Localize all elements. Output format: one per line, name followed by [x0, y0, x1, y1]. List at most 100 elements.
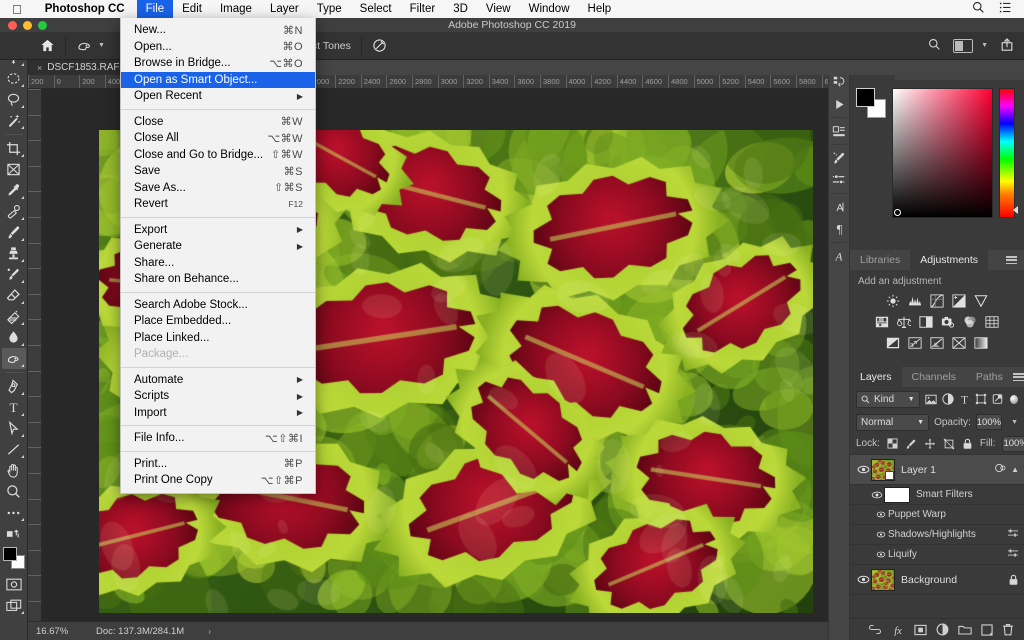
vibrance-icon[interactable] [974, 294, 988, 308]
share-icon[interactable] [1000, 37, 1014, 55]
layer-visibility-icon[interactable] [855, 575, 871, 584]
fill-value[interactable]: 100% [1002, 435, 1024, 452]
quick-mask-tool[interactable] [2, 574, 26, 595]
smart-filter-icon[interactable] [994, 462, 1006, 477]
paragraph-icon[interactable]: ¶ [829, 218, 849, 240]
search-icon[interactable] [972, 1, 985, 17]
filter-blending-options-icon[interactable] [1007, 528, 1019, 541]
brush-presets-icon[interactable] [829, 169, 849, 191]
menu-help[interactable]: Help [579, 0, 621, 18]
threshold-icon[interactable] [930, 336, 944, 350]
blur-tool[interactable] [2, 327, 26, 348]
selective-color-icon[interactable] [952, 336, 966, 350]
menu-item-file-info[interactable]: File Info... ⌥⇧⌘I [121, 430, 315, 447]
color-lookup-icon[interactable] [985, 315, 999, 329]
lock-artboard-icon[interactable] [943, 437, 955, 450]
brush-settings-icon[interactable] [829, 147, 849, 169]
filter-type-icon[interactable]: T [959, 393, 970, 406]
lock-image-icon[interactable] [905, 437, 917, 450]
hand-tool[interactable] [2, 460, 26, 481]
filter-visibility-icon[interactable] [874, 531, 888, 538]
levels-icon[interactable] [908, 294, 922, 308]
layer-thumbnail[interactable] [871, 458, 895, 481]
layer-row-layer-1[interactable]: Layer 1 ▲ [850, 455, 1024, 485]
smart-filters-visibility-icon[interactable] [870, 491, 884, 499]
menu-item-open-as-smart-object[interactable]: Open as Smart Object... [121, 71, 315, 88]
hue-saturation-icon[interactable] [875, 315, 889, 329]
smart-filters-header-row[interactable]: Smart Filters [850, 485, 1024, 505]
line-tool[interactable] [2, 439, 26, 460]
hue-slider[interactable] [999, 88, 1018, 218]
color-balance-icon[interactable] [897, 315, 911, 329]
menu-item-revert[interactable]: Revert F12 [121, 196, 315, 213]
glyphs-icon[interactable]: A [829, 245, 849, 267]
foreground-color-swatch[interactable] [856, 88, 875, 107]
menu-item-automate[interactable]: Automate ▶ [121, 372, 315, 389]
menu-item-open[interactable]: Open... ⌘O [121, 39, 315, 56]
tab-paths[interactable]: Paths [966, 367, 1013, 387]
filter-adjustment-icon[interactable] [942, 393, 954, 406]
smart-filter-mask-thumbnail[interactable] [884, 486, 910, 503]
blend-mode-select[interactable]: Normal ▼ [856, 413, 930, 431]
black-white-icon[interactable] [919, 315, 933, 329]
tab-channels[interactable]: Channels [902, 367, 966, 387]
smart-filter-row-puppet-warp[interactable]: Puppet Warp [850, 505, 1024, 525]
new-layer-icon[interactable] [981, 623, 993, 636]
lock-position-icon[interactable] [924, 437, 936, 450]
eraser-tool[interactable] [2, 285, 26, 306]
menu-filter[interactable]: Filter [401, 0, 445, 18]
menu-item-new[interactable]: New... ⌘N [121, 22, 315, 39]
filter-shape-icon[interactable] [975, 393, 987, 406]
marquee-tool[interactable] [2, 68, 26, 89]
apple-logo-icon[interactable]:  [0, 3, 33, 16]
menu-item-place-embedded[interactable]: Place Embedded... [121, 313, 315, 330]
menu-edit[interactable]: Edit [173, 0, 211, 18]
menu-item-print[interactable]: Print... ⌘P [121, 456, 315, 473]
dodge-tool[interactable] [1, 348, 26, 369]
menu-item-generate[interactable]: Generate ▶ [121, 238, 315, 255]
search-icon[interactable] [928, 38, 941, 54]
pen-tool[interactable] [2, 376, 26, 397]
menu-item-scripts[interactable]: Scripts ▶ [121, 388, 315, 405]
smart-filter-row-liquify[interactable]: Liquify [850, 545, 1024, 565]
healing-brush-tool[interactable] [2, 201, 26, 222]
clone-stamp-tool[interactable] [2, 243, 26, 264]
filter-visibility-icon[interactable] [874, 551, 888, 558]
delete-layer-icon[interactable] [1002, 623, 1014, 636]
exposure-icon[interactable] [952, 294, 966, 308]
menu-item-search-adobe-stock[interactable]: Search Adobe Stock... [121, 297, 315, 314]
layer-name[interactable]: Background [901, 574, 1008, 586]
gradient-tool[interactable] [2, 306, 26, 327]
menu-item-save[interactable]: Save ⌘S [121, 163, 315, 180]
menu-item-close-all[interactable]: Close All ⌥⌘W [121, 130, 315, 147]
opacity-value[interactable]: 100% [975, 414, 1003, 430]
layer-mask-icon[interactable] [914, 624, 927, 636]
layer-filter-kind[interactable]: Kind ▼ [856, 390, 920, 408]
foreground-color-swatch[interactable] [2, 547, 17, 561]
crop-tool[interactable] [2, 138, 26, 159]
menu-3d[interactable]: 3D [444, 0, 477, 18]
menu-type[interactable]: Type [308, 0, 351, 18]
file-menu-dropdown[interactable]: New... ⌘N Open... ⌘O Browse in Bridge... ⌥⌘O O… [120, 18, 316, 494]
character-icon[interactable]: A [829, 196, 849, 218]
edit-toolbar-icon[interactable] [2, 523, 26, 544]
workspace-switcher[interactable]: ▼ [953, 38, 988, 53]
tab-libraries[interactable]: Libraries [850, 250, 910, 270]
layer-visibility-icon[interactable] [855, 465, 871, 474]
foreground-background-colors[interactable] [2, 546, 26, 570]
menu-layer[interactable]: Layer [261, 0, 308, 18]
tool-preset-picker[interactable]: ▼ [69, 32, 112, 60]
layer-name[interactable]: Layer 1 [901, 464, 994, 476]
menu-item-share-on-behance[interactable]: Share on Behance... [121, 271, 315, 288]
tab-adjustments[interactable]: Adjustments [910, 250, 989, 270]
more-tools-icon[interactable] [2, 502, 26, 523]
menu-image[interactable]: Image [211, 0, 261, 18]
color-cursor[interactable] [894, 209, 901, 216]
menu-item-close[interactable]: Close ⌘W [121, 114, 315, 131]
filter-pixel-icon[interactable] [925, 393, 937, 406]
airbrush-button[interactable] [365, 32, 394, 60]
gradient-map-icon[interactable] [974, 336, 988, 350]
lock-transparency-icon[interactable] [887, 437, 898, 450]
list-icon[interactable] [999, 1, 1012, 17]
home-button[interactable] [0, 32, 62, 60]
